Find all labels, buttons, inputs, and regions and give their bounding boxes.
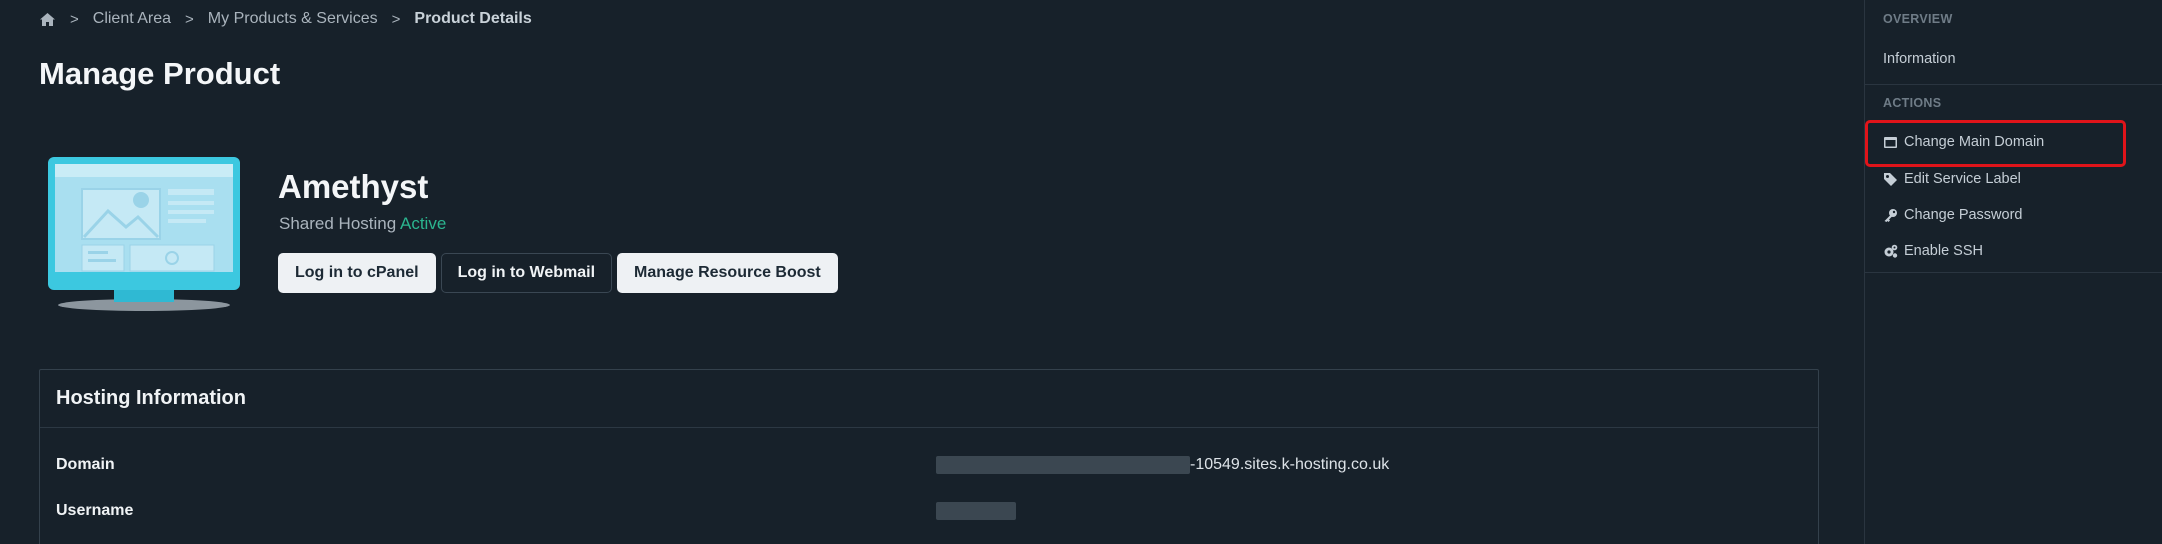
status-badge: Active [399,214,447,233]
product-actions: Log in to cPanel Log in to Webmail Manag… [278,253,838,293]
sidebar: OVERVIEW Information ACTIONS Change Main… [1864,0,2162,544]
redacted-block [936,502,1016,520]
sidebar-item-edit-service-label[interactable]: Edit Service Label [1883,171,2021,187]
info-value-domain: -10549.sites.k-hosting.co.uk [936,456,1389,474]
sidebar-item-label: Information [1883,51,1956,67]
sidebar-item-enable-ssh[interactable]: Enable SSH [1883,243,1983,259]
home-icon[interactable] [39,12,56,27]
sidebar-item-label: Enable SSH [1904,243,1983,259]
product-type: Shared Hosting [279,214,397,233]
sidebar-item-change-password[interactable]: Change Password [1883,207,2023,223]
domain-suffix: -10549.sites.k-hosting.co.uk [1190,456,1390,473]
actions-heading: ACTIONS [1883,96,1942,110]
info-row-username: Username [56,502,1016,520]
redacted-block [936,456,1190,474]
breadcrumb-separator: > [185,10,194,28]
divider [1865,84,2162,85]
sidebar-item-label: Edit Service Label [1904,171,2021,187]
gears-icon [1883,244,1898,259]
breadcrumb-separator: > [391,10,401,28]
manage-product-page: > Client Area > My Products & Services >… [0,0,2162,544]
tag-icon [1883,172,1898,187]
highlight-box [1865,120,2126,167]
info-label: Domain [56,456,115,473]
sidebar-item-label: Change Password [1904,207,2023,223]
card-title: Hosting Information [40,370,1818,428]
product-name: Amethyst [278,168,429,205]
product-subtitle: Shared Hosting Active [279,214,446,234]
breadcrumb: > Client Area > My Products & Services >… [39,8,532,30]
page-title: Manage Product [39,56,281,91]
breadcrumb-separator: > [70,10,79,28]
breadcrumb-client-area[interactable]: Client Area [93,10,171,28]
breadcrumb-current: Product Details [414,10,532,27]
monitor-illustration [46,155,242,313]
breadcrumb-my-products[interactable]: My Products & Services [208,10,378,28]
webmail-login-button[interactable]: Log in to Webmail [440,253,613,293]
resource-boost-button[interactable]: Manage Resource Boost [617,253,838,293]
sidebar-item-information[interactable]: Information [1883,51,1956,67]
hosting-info-card: Hosting Information Domain -10549.sites.… [39,369,1819,544]
overview-heading: OVERVIEW [1883,12,1953,26]
cpanel-login-button[interactable]: Log in to cPanel [278,253,436,293]
info-value-username [936,502,1016,520]
key-icon [1883,208,1898,223]
info-label: Username [56,502,134,519]
info-row-domain: Domain -10549.sites.k-hosting.co.uk [56,456,1389,474]
divider [1865,272,2162,273]
